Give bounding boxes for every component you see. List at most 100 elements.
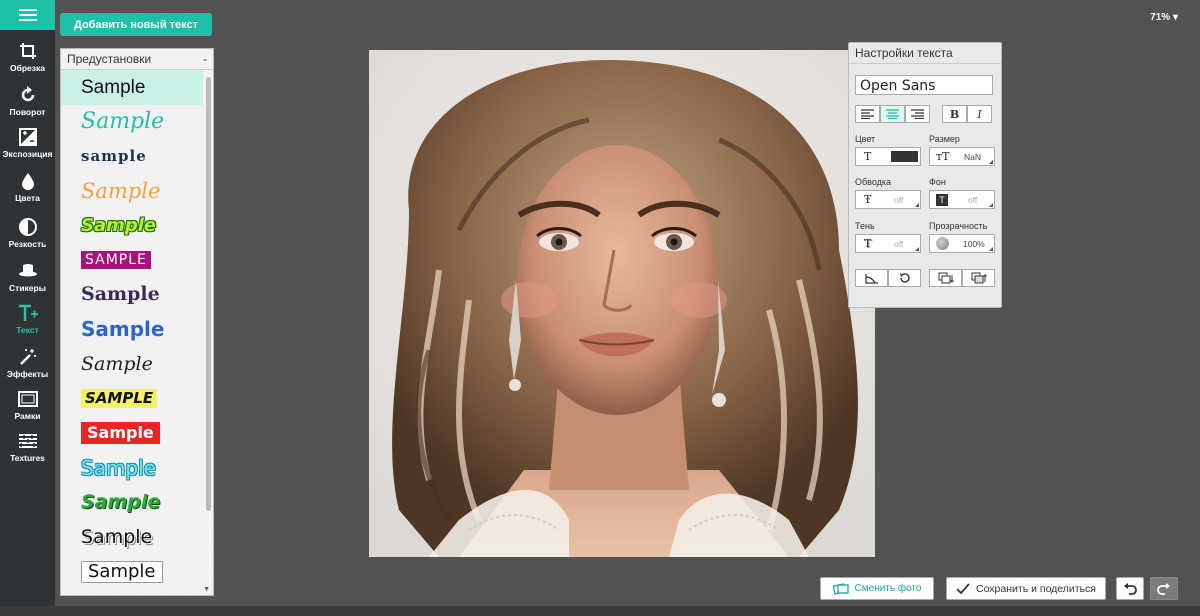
change-photo-icon: [832, 583, 849, 595]
preset-item[interactable]: Sample: [61, 105, 203, 140]
preset-sample: Sample: [81, 525, 153, 548]
send-backward-icon: [938, 272, 954, 284]
tool-label: Эффекты: [6, 369, 49, 379]
preset-sample: SAMPLE: [81, 251, 151, 270]
size-label: Размер: [929, 134, 960, 144]
text-color-icon: T: [864, 150, 872, 163]
align-right-button[interactable]: [905, 105, 930, 123]
preset-sample: Sample: [81, 455, 156, 480]
align-center-button[interactable]: [880, 105, 905, 123]
preset-item[interactable]: Sample: [61, 70, 203, 105]
preset-item[interactable]: Sample: [61, 174, 203, 209]
hamburger-icon: [18, 9, 37, 21]
collapse-icon[interactable]: -: [203, 52, 207, 66]
preset-sample: Sample: [81, 317, 165, 342]
preset-item[interactable]: Sample: [61, 451, 203, 486]
stroke-icon: Ŧ: [864, 193, 872, 206]
tool-label: Текст: [16, 325, 39, 335]
align-left-icon: [861, 109, 874, 119]
layer-group: [929, 269, 995, 287]
preset-item[interactable]: Sample: [61, 554, 203, 589]
tool-label: Цвета: [15, 193, 40, 203]
tool-stickers[interactable]: Стикеры: [0, 256, 55, 300]
tool-colors[interactable]: Цвета: [0, 166, 55, 210]
tool-rotate[interactable]: Поворот: [0, 80, 55, 124]
style-group: B I: [942, 105, 992, 123]
zoom-select[interactable]: 71% ▾: [1150, 12, 1178, 23]
change-photo-label: Сменить фото: [854, 583, 922, 594]
tool-label: Поворот: [9, 107, 46, 117]
presets-scrollbar[interactable]: [206, 77, 211, 511]
magic-wand-icon: [19, 346, 37, 368]
shadow-field[interactable]: T off: [855, 234, 921, 253]
opacity-field[interactable]: 100%: [929, 234, 995, 253]
tool-crop[interactable]: Обрезка: [0, 36, 55, 80]
tool-sharpness[interactable]: Резкость: [0, 212, 55, 256]
presets-header[interactable]: Предустановки -: [61, 49, 213, 70]
color-picker[interactable]: T: [855, 147, 921, 166]
tool-sidebar: Обрезка Поворот Экспозиция Цвета Резкост…: [0, 0, 55, 616]
opacity-label: Прозрачность: [929, 221, 988, 231]
font-select[interactable]: Open Sans: [855, 75, 993, 95]
preset-item[interactable]: Sample: [61, 416, 203, 451]
rotate-icon: [19, 84, 37, 106]
background-label: Фон: [929, 177, 946, 187]
size-field[interactable]: ᴛT NaN: [929, 147, 995, 166]
align-right-icon: [911, 109, 924, 119]
scroll-down-icon[interactable]: ▼: [203, 586, 210, 593]
presets-title: Предустановки: [67, 52, 152, 66]
preset-sample: Sample: [81, 560, 163, 583]
tool-label: Textures: [10, 453, 45, 463]
preset-item[interactable]: Sample: [61, 312, 203, 347]
tool-effects[interactable]: Эффекты: [0, 342, 55, 386]
preset-item[interactable]: Sample: [61, 485, 203, 520]
tool-exposure[interactable]: Экспозиция: [0, 122, 55, 166]
send-backward-button[interactable]: [929, 269, 962, 287]
tool-textures[interactable]: Textures: [0, 426, 55, 470]
stroke-label: Обводка: [855, 177, 892, 187]
shadow-icon: T: [864, 237, 872, 250]
portrait-photo[interactable]: [369, 50, 875, 557]
skew-button[interactable]: [855, 269, 888, 287]
stroke-value: off: [894, 194, 904, 205]
tool-label: Экспозиция: [2, 149, 53, 159]
reset-button[interactable]: [888, 269, 921, 287]
preset-item[interactable]: Sample: [61, 520, 203, 555]
bring-forward-button[interactable]: [962, 269, 995, 287]
redo-button[interactable]: [1150, 577, 1178, 600]
shadow-label: Тень: [855, 221, 875, 231]
add-text-button[interactable]: Добавить новый текст: [60, 13, 212, 36]
shadow-value: off: [894, 238, 904, 249]
save-share-button[interactable]: Сохранить и поделиться: [946, 577, 1106, 600]
opacity-icon: [936, 237, 949, 250]
frame-icon: [17, 388, 38, 410]
preset-item[interactable]: Sample: [61, 208, 203, 243]
color-label: Цвет: [855, 134, 876, 144]
drop-icon: [21, 170, 35, 192]
stroke-field[interactable]: Ŧ off: [855, 190, 921, 209]
tool-text[interactable]: Текст: [0, 298, 55, 342]
text-settings-panel: Настройки текста Open Sans B I Цвет Разм…: [848, 42, 1002, 308]
tool-label: Обрезка: [10, 63, 45, 73]
tool-label: Резкость: [8, 239, 47, 249]
preset-item[interactable]: Sample: [61, 278, 203, 313]
preset-item[interactable]: Sample: [61, 347, 203, 382]
presets-panel: Предустановки - Sample Sample sample Sam…: [60, 48, 214, 596]
bold-button[interactable]: B: [942, 105, 967, 123]
undo-button[interactable]: [1116, 577, 1144, 600]
align-left-button[interactable]: [855, 105, 880, 123]
sharpness-icon: [18, 216, 37, 238]
menu-button[interactable]: [0, 0, 55, 30]
preset-sample: Sample: [81, 108, 165, 134]
text-icon: [17, 302, 39, 324]
background-icon: T: [936, 193, 948, 206]
preset-sample: Sample: [81, 352, 153, 375]
preset-item[interactable]: sample: [61, 139, 203, 174]
preset-item[interactable]: SAMPLE: [61, 381, 203, 416]
italic-button[interactable]: I: [967, 105, 992, 123]
background-field[interactable]: T off: [929, 190, 995, 209]
opacity-value: 100%: [963, 238, 985, 249]
tool-frames[interactable]: Рамки: [0, 384, 55, 428]
preset-item[interactable]: SAMPLE: [61, 243, 203, 278]
change-photo-button[interactable]: Сменить фото: [820, 577, 934, 600]
